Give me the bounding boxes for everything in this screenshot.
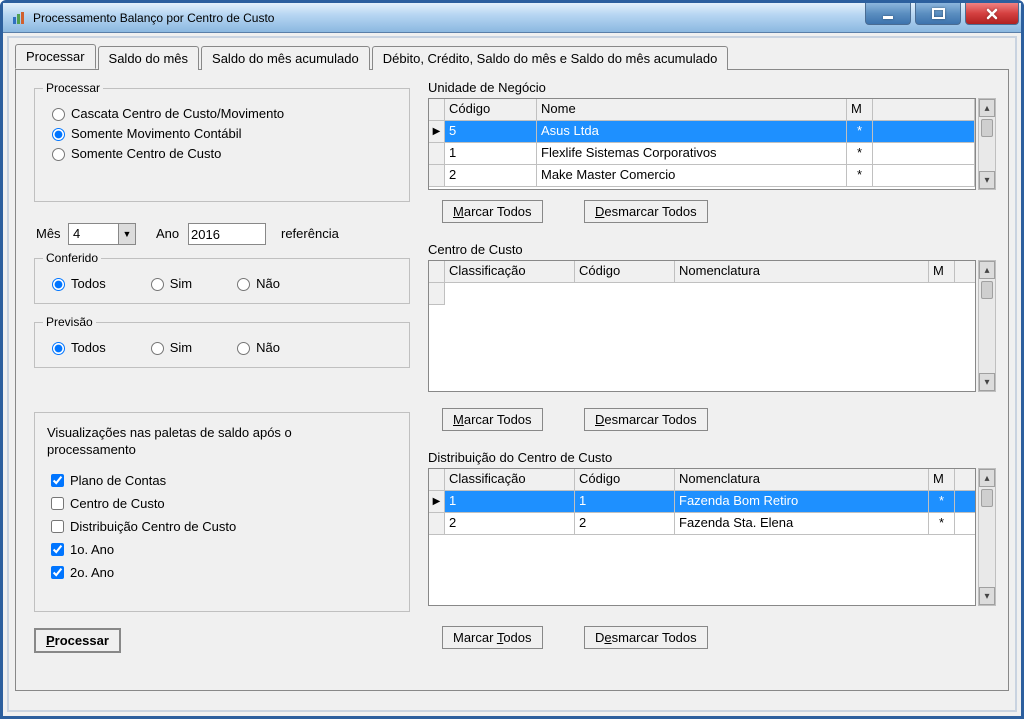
check-1o-ano[interactable]: 1o. Ano (47, 540, 397, 559)
client-area: Processar Saldo do mês Saldo do mês acum… (7, 36, 1017, 712)
conferido-legend: Conferido (43, 251, 101, 265)
previsao-group: Previsão Todos Sim Não (34, 322, 410, 368)
tab-headers: Processar Saldo do mês Saldo do mês acum… (15, 44, 1009, 69)
mes-label: Mês (36, 226, 61, 241)
ano-input[interactable] (188, 223, 266, 245)
check-plano-contas[interactable]: Plano de Contas (47, 471, 397, 490)
table-row[interactable]: 1 Flexlife Sistemas Corporativos * (429, 143, 975, 165)
check-centro-custo[interactable]: Centro de Custo (47, 494, 397, 513)
unidade-label: Unidade de Negócio (428, 80, 546, 95)
window-title: Processamento Balanço por Centro de Cust… (33, 11, 274, 25)
check-distribuicao-cc[interactable]: Distribuição Centro de Custo (47, 517, 397, 536)
radio-somente-mov[interactable]: Somente Movimento Contábil (47, 125, 397, 141)
distrib-label: Distribuição do Centro de Custo (428, 450, 612, 465)
tab-saldo-mes[interactable]: Saldo do mês (98, 46, 200, 70)
centro-custo-grid[interactable]: Classificação Código Nomenclatura M (428, 260, 976, 392)
distrib-desmarcar-todos-button[interactable]: Desmarcar Todos (584, 626, 708, 649)
scroll-down-icon[interactable]: ▾ (979, 373, 995, 391)
previsao-sim[interactable]: Sim (146, 339, 192, 355)
col-m[interactable]: M (847, 99, 873, 120)
scroll-down-icon[interactable]: ▾ (979, 587, 995, 605)
col-classificacao[interactable]: Classificação (445, 261, 575, 282)
titlebar: Processamento Balanço por Centro de Cust… (3, 3, 1021, 33)
record-indicator-header (429, 99, 445, 120)
tab-saldo-full[interactable]: Débito, Crédito, Saldo do mês e Saldo do… (372, 46, 729, 70)
scroll-thumb[interactable] (981, 489, 993, 507)
referencia-label: referência (281, 226, 339, 241)
current-record-icon (429, 491, 445, 512)
visualizacoes-group: Visualizações nas paletas de saldo após … (34, 412, 410, 612)
check-2o-ano[interactable]: 2o. Ano (47, 563, 397, 582)
conferido-sim[interactable]: Sim (146, 275, 192, 291)
col-nomenclatura[interactable]: Nomenclatura (675, 261, 929, 282)
minimize-button[interactable] (865, 3, 911, 25)
col-codigo[interactable]: Código (575, 469, 675, 490)
current-record-icon (429, 121, 445, 142)
chevron-down-icon[interactable]: ▼ (118, 223, 136, 245)
col-codigo[interactable]: Código (575, 261, 675, 282)
close-button[interactable] (965, 3, 1019, 25)
processar-legend: Processar (43, 81, 103, 95)
table-row[interactable]: 5 Asus Ltda * (429, 121, 975, 143)
app-icon (11, 10, 27, 26)
unidade-marcar-todos-button[interactable]: Marcar Todos (442, 200, 543, 223)
processar-group: Processar Cascata Centro de Custo/Movime… (34, 88, 410, 202)
maximize-button[interactable] (915, 3, 961, 25)
previsao-todos[interactable]: Todos (47, 339, 106, 355)
window-frame: Processamento Balanço por Centro de Cust… (0, 0, 1024, 719)
ano-label: Ano (156, 226, 179, 241)
radio-cascata-label: Cascata Centro de Custo/Movimento (71, 106, 284, 121)
col-classificacao[interactable]: Classificação (445, 469, 575, 490)
radio-cascata-input[interactable] (52, 108, 65, 121)
previsao-legend: Previsão (43, 315, 96, 329)
unidade-scrollbar[interactable]: ▴ ▾ (978, 98, 996, 190)
scroll-thumb[interactable] (981, 281, 993, 299)
radio-somente-cc[interactable]: Somente Centro de Custo (47, 145, 397, 161)
scroll-up-icon[interactable]: ▴ (979, 99, 995, 117)
centro-custo-label: Centro de Custo (428, 242, 523, 257)
centro-custo-desmarcar-todos-button[interactable]: Desmarcar Todos (584, 408, 708, 431)
conferido-group: Conferido Todos Sim Não (34, 258, 410, 304)
col-nome[interactable]: Nome (537, 99, 847, 120)
radio-somente-mov-label: Somente Movimento Contábil (71, 126, 242, 141)
distrib-marcar-todos-button[interactable]: Marcar Todos (442, 626, 543, 649)
table-row[interactable]: 1 1 Fazenda Bom Retiro * (429, 491, 975, 513)
centro-custo-marcar-todos-button[interactable]: Marcar Todos (442, 408, 543, 431)
scroll-down-icon[interactable]: ▾ (979, 171, 995, 189)
tab-body: Processar Cascata Centro de Custo/Movime… (15, 69, 1009, 691)
col-m[interactable]: M (929, 261, 955, 282)
conferido-todos[interactable]: Todos (47, 275, 106, 291)
radio-somente-mov-input[interactable] (52, 128, 65, 141)
tab-control: Processar Saldo do mês Saldo do mês acum… (15, 44, 1009, 691)
scroll-up-icon[interactable]: ▴ (979, 261, 995, 279)
radio-somente-cc-label: Somente Centro de Custo (71, 146, 221, 161)
tab-saldo-mes-acum[interactable]: Saldo do mês acumulado (201, 46, 370, 70)
unidade-grid[interactable]: Código Nome M 5 Asus Ltda * (428, 98, 976, 190)
distrib-grid[interactable]: Classificação Código Nomenclatura M 1 1 … (428, 468, 976, 606)
viz-title: Visualizações nas paletas de saldo após … (47, 425, 367, 459)
col-m[interactable]: M (929, 469, 955, 490)
window-controls (865, 3, 1021, 25)
col-codigo[interactable]: Código (445, 99, 537, 120)
tab-processar[interactable]: Processar (15, 44, 96, 69)
mes-combo[interactable]: 4 ▼ (68, 223, 136, 245)
unidade-desmarcar-todos-button[interactable]: Desmarcar Todos (584, 200, 708, 223)
previsao-nao[interactable]: Não (232, 339, 280, 355)
conferido-nao[interactable]: Não (232, 275, 280, 291)
table-row[interactable]: 2 Make Master Comercio * (429, 165, 975, 187)
distrib-scrollbar[interactable]: ▴ ▾ (978, 468, 996, 606)
table-row[interactable]: 2 2 Fazenda Sta. Elena * (429, 513, 975, 535)
mes-value: 4 (68, 223, 118, 245)
processar-button[interactable]: Processar (34, 628, 121, 653)
record-indicator (429, 283, 445, 305)
radio-cascata[interactable]: Cascata Centro de Custo/Movimento (47, 105, 397, 121)
scroll-up-icon[interactable]: ▴ (979, 469, 995, 487)
radio-somente-cc-input[interactable] (52, 148, 65, 161)
col-nomenclatura[interactable]: Nomenclatura (675, 469, 929, 490)
centro-custo-scrollbar[interactable]: ▴ ▾ (978, 260, 996, 392)
scroll-thumb[interactable] (981, 119, 993, 137)
